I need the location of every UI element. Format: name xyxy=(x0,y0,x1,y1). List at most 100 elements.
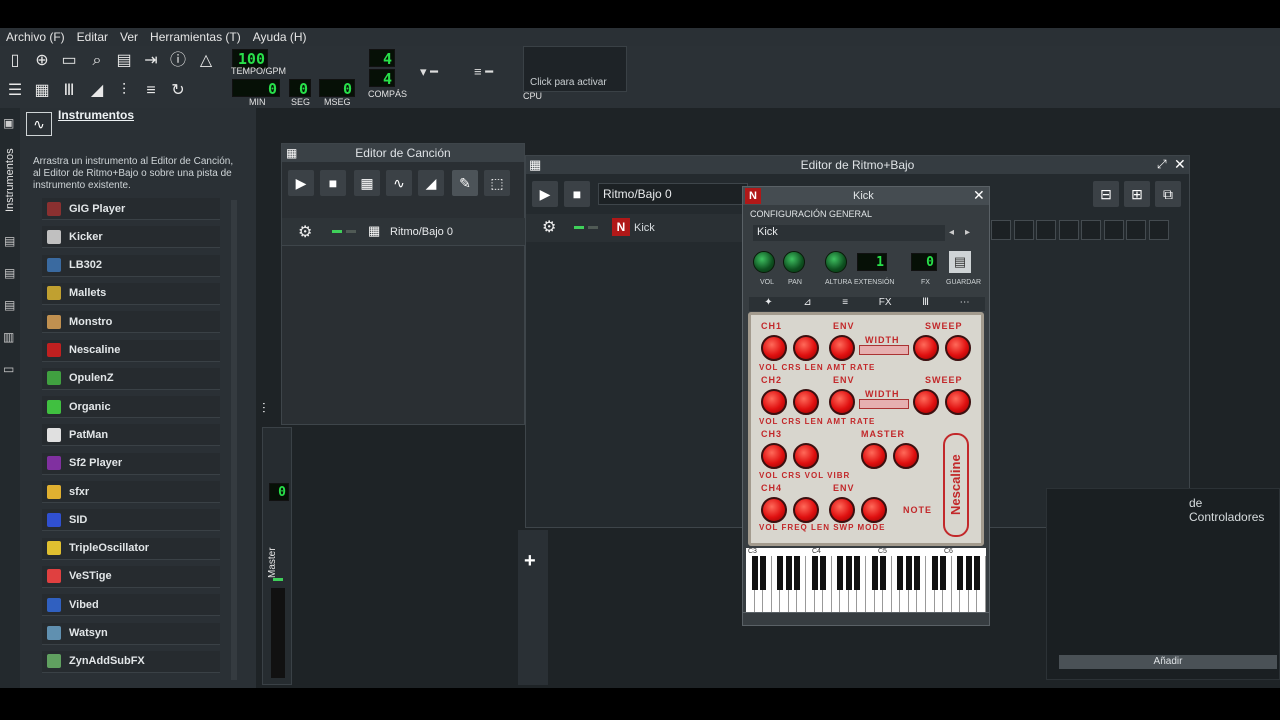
instrument-item[interactable]: LB302 xyxy=(42,254,220,277)
instrument-item[interactable]: Organic xyxy=(42,396,220,419)
master-pitch-slider[interactable]: ≡ ━ xyxy=(474,64,514,79)
song-editor-titlebar[interactable]: Editor de Canción xyxy=(282,144,524,162)
bb-solo-led[interactable] xyxy=(588,226,598,229)
add-controller-button[interactable]: Añadir xyxy=(1059,655,1277,669)
presets-tab-icon[interactable]: ▤ xyxy=(4,266,15,280)
mixer-window-icon[interactable]: ⫶ xyxy=(262,400,266,417)
black-key[interactable] xyxy=(811,556,818,590)
instruments-tab[interactable]: Instrumentos xyxy=(4,148,16,212)
root-tab-icon[interactable]: ▥ xyxy=(3,330,14,344)
instrument-item[interactable]: Sf2 Player xyxy=(42,452,220,475)
metronome-icon[interactable]: △ xyxy=(195,50,217,72)
step-button[interactable] xyxy=(1036,220,1056,240)
mute-led[interactable] xyxy=(332,230,342,233)
fx-tab-icon[interactable]: FX xyxy=(879,297,892,311)
draw-mode-icon[interactable]: ✎ xyxy=(452,170,478,196)
fx-display[interactable]: 0 xyxy=(911,253,937,271)
maximize-icon[interactable]: ⤢ xyxy=(1157,157,1167,172)
beat-editor-icon[interactable]: ▦ xyxy=(31,80,53,102)
black-key[interactable] xyxy=(820,556,827,590)
instrument-item[interactable]: SID xyxy=(42,509,220,532)
pitch-knob[interactable] xyxy=(825,251,847,273)
bb-track-row[interactable]: ⚙ N Kick xyxy=(526,214,746,242)
chord-tab-icon[interactable]: ≡ xyxy=(842,297,848,311)
bb-track-gear-icon[interactable]: ⚙ xyxy=(542,217,556,237)
pan-knob[interactable] xyxy=(783,251,805,273)
piano-roll-icon[interactable]: Ⅲ xyxy=(58,80,80,102)
instrument-item[interactable]: Nescaline xyxy=(42,339,220,362)
black-key[interactable] xyxy=(940,556,947,590)
controller-rack-icon[interactable]: ↻ xyxy=(167,80,189,102)
midi-tab-icon[interactable]: Ⅲ xyxy=(922,297,929,311)
nescaline-knob[interactable] xyxy=(913,335,939,361)
bb-mute-led[interactable] xyxy=(574,226,584,229)
master-fx-display[interactable]: 0 xyxy=(269,483,289,501)
browser-scrollbar[interactable] xyxy=(231,200,237,680)
nescaline-knob[interactable] xyxy=(893,443,919,469)
instrument-name-field[interactable]: Kick xyxy=(753,225,945,241)
nescaline-knob[interactable] xyxy=(861,497,887,523)
ch1-width-selector[interactable] xyxy=(859,345,909,355)
select-mode-icon[interactable]: ⬚ xyxy=(484,170,510,196)
automation-icon[interactable]: ◢ xyxy=(86,80,108,102)
info-icon[interactable]: ⓘ xyxy=(167,50,189,72)
instrument-item[interactable]: PatMan xyxy=(42,424,220,447)
search-icon[interactable]: ⌕ xyxy=(86,50,108,72)
instrument-item[interactable]: Mallets xyxy=(42,282,220,305)
song-play-button[interactable]: ▶ xyxy=(288,170,314,196)
samples-tab-icon[interactable]: ▤ xyxy=(4,234,15,248)
instrument-item[interactable]: VeSTige xyxy=(42,565,220,588)
add-sample-track-icon[interactable]: ∿ xyxy=(386,170,412,196)
clone-steps-button[interactable]: ⧉ xyxy=(1155,181,1181,207)
nescaline-knob[interactable] xyxy=(761,443,787,469)
bb-editor-titlebar[interactable]: Editor de Ritmo+Bajo xyxy=(526,156,1189,174)
track-settings-gear-icon[interactable]: ⚙ xyxy=(298,222,312,242)
instrument-item[interactable]: Monstro xyxy=(42,311,220,334)
song-editor-icon[interactable]: ☰ xyxy=(4,80,26,102)
nescaline-knob[interactable] xyxy=(829,497,855,523)
close-icon[interactable]: ✕ xyxy=(1174,156,1186,173)
black-key[interactable] xyxy=(905,556,912,590)
plugin-close-icon[interactable]: ✕ xyxy=(973,187,985,204)
black-key[interactable] xyxy=(794,556,801,590)
nescaline-knob[interactable] xyxy=(945,389,971,415)
new-from-template-icon[interactable]: ⊕ xyxy=(31,50,53,72)
compas-denominator[interactable]: 4 xyxy=(369,69,395,88)
black-key[interactable] xyxy=(751,556,758,590)
nescaline-knob[interactable] xyxy=(761,335,787,361)
nescaline-knob[interactable] xyxy=(793,443,819,469)
black-key[interactable] xyxy=(965,556,972,590)
compas-numerator[interactable]: 4 xyxy=(369,49,395,68)
black-key[interactable] xyxy=(785,556,792,590)
instrument-item[interactable]: Watsyn xyxy=(42,622,220,645)
computer-tab-icon[interactable]: ▭ xyxy=(3,362,14,376)
bb-play-button[interactable]: ▶ xyxy=(532,181,558,207)
add-beat-track-icon[interactable]: ▦ xyxy=(354,170,380,196)
step-button[interactable] xyxy=(991,220,1011,240)
add-automation-track-icon[interactable]: ◢ xyxy=(418,170,444,196)
next-preset-icon[interactable]: ▸ xyxy=(965,227,970,238)
menu-archivo[interactable]: Archivo (F) xyxy=(6,30,65,44)
open-folder-icon[interactable]: ▭ xyxy=(58,50,80,72)
add-beat-track-button[interactable]: ⊟ xyxy=(1093,181,1119,207)
black-key[interactable] xyxy=(914,556,921,590)
master-volume-slider[interactable]: ▾ ━ xyxy=(420,64,460,79)
save-preset-icon[interactable]: ▤ xyxy=(949,251,971,273)
black-key[interactable] xyxy=(777,556,784,590)
menu-ver[interactable]: Ver xyxy=(120,30,138,44)
ch2-width-selector[interactable] xyxy=(859,399,909,409)
instrument-item[interactable]: GIG Player xyxy=(42,198,220,220)
step-button[interactable] xyxy=(1103,220,1124,240)
instrument-item[interactable]: TripleOscillator xyxy=(42,537,220,560)
save-icon[interactable]: ▤ xyxy=(113,50,135,72)
nescaline-knob[interactable] xyxy=(913,389,939,415)
black-key[interactable] xyxy=(871,556,878,590)
instrument-item[interactable]: ZynAddSubFX xyxy=(42,650,220,673)
instrument-item[interactable]: OpulenZ xyxy=(42,367,220,390)
black-key[interactable] xyxy=(897,556,904,590)
menu-editar[interactable]: Editar xyxy=(77,30,108,44)
instrument-item[interactable]: sfxr xyxy=(42,481,220,503)
black-key[interactable] xyxy=(760,556,767,590)
nescaline-knob[interactable] xyxy=(761,497,787,523)
step-button[interactable] xyxy=(1013,220,1034,240)
